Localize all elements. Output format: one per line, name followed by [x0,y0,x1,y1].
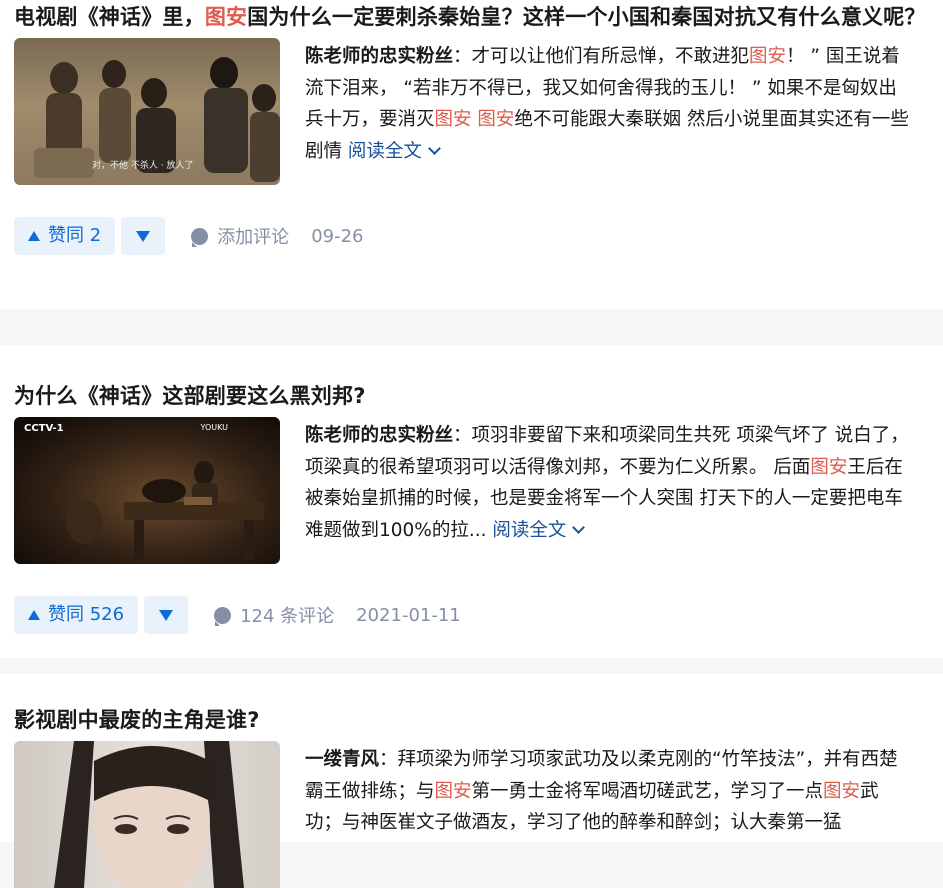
comment-bubble-icon [191,227,209,247]
question-title[interactable]: 电视剧《神话》里，图安国为什么一定要刺杀秦始皇？这样一个小国和秦国对抗又有什么意… [14,0,929,34]
chevron-down-icon [572,520,586,534]
author-name[interactable]: 一缕青风 [305,749,379,770]
triangle-down-icon [159,609,174,621]
author-name[interactable]: 陈老师的忠实粉丝 [305,46,453,67]
read-more-label: 阅读全文 [492,519,567,541]
answer-card: 影视剧中最废的主角是谁? 一缕青风：拜项梁为师学习项家武功及以柔克刚的“竹竿技法… [0,674,943,888]
triangle-down-icon [136,230,151,242]
triangle-up-icon [28,610,40,620]
triangle-up-icon [28,231,40,241]
highlighted-keyword: 图安 [204,5,248,29]
read-more-label: 阅读全文 [347,140,422,162]
highlighted-keyword: 图安 [823,780,861,802]
text-segment: 为什么《神话》这部剧要这么黑刘邦? [14,384,366,408]
highlighted-keyword: 图安 [434,109,472,130]
answer-excerpt: 一缕青风：拜项梁为师学习项家武功及以柔克刚的“竹竿技法”，并有西楚霸王做排练；与… [305,744,915,839]
action-bar: 赞同 2 添加评论 09-26 [14,217,929,255]
text-segment: 影视剧中最废的主角是谁? [14,708,260,732]
action-bar: 赞同 526 124 条评论 2021-01-11 [14,596,929,634]
downvote-button[interactable] [121,217,166,255]
comment-button[interactable]: 124 条评论 [214,602,334,628]
text-segment: 第一勇士金将军喝酒切磋武艺，学习了一点 [471,780,824,802]
highlighted-keyword: 图安 [810,456,848,478]
upvote-label: 赞同 526 [48,604,125,625]
answer-date: 09-26 [311,225,364,247]
comment-button[interactable]: 添加评论 [191,223,289,249]
thumbnail-caption: 对，不他 不杀人 · 放人了 [92,161,194,171]
answer-date: 2021-01-11 [356,604,461,626]
text-segment: 电视剧《神话》里， [14,5,205,29]
upvote-label: 赞同 2 [48,225,102,246]
answer-thumbnail[interactable] [14,741,280,888]
comment-bubble-icon [214,606,232,626]
read-more-link[interactable]: 阅读全文 [492,519,586,541]
highlighted-keyword: 图安 [749,46,787,67]
highlighted-keyword: 图安 [434,780,472,802]
platform-logo: YOUKU [200,423,229,432]
question-title[interactable]: 为什么《神话》这部剧要这么黑刘邦? [14,345,929,413]
chevron-down-icon [428,141,441,155]
highlighted-keyword: 图安 [477,109,515,130]
answer-thumbnail[interactable]: 对，不他 不杀人 · 放人了 [14,38,280,185]
text-segment: 国为什么一定要刺杀秦始皇？这样一个小国和秦国对抗又有什么意义呢？ [247,5,926,29]
upvote-button[interactable]: 赞同 526 [14,596,139,634]
channel-logo: CCTV-1 [24,423,64,434]
upvote-button[interactable]: 赞同 2 [14,217,116,255]
read-more-link[interactable]: 阅读全文 [347,140,441,162]
answer-card: 为什么《神话》这部剧要这么黑刘邦? CCTV-1 YOUKU 陈老师的忠实粉丝：… [0,345,943,658]
text-segment: ：才可以让他们有所忌惮，不敢进犯 [453,46,750,67]
answer-card: 电视剧《神话》里，图安国为什么一定要刺杀秦始皇？这样一个小国和秦国对抗又有什么意… [0,0,943,309]
author-name[interactable]: 陈老师的忠实粉丝 [305,425,453,446]
comment-label: 124 条评论 [240,606,335,627]
downvote-button[interactable] [144,596,189,634]
answer-excerpt: 陈老师的忠实粉丝：项羽非要留下来和项梁同生共死 项梁气坏了 说白了，项梁真的很希… [305,420,915,546]
question-title[interactable]: 影视剧中最废的主角是谁? [14,674,929,737]
answer-thumbnail[interactable]: CCTV-1 YOUKU [14,417,280,564]
comment-label: 添加评论 [217,227,290,248]
answer-excerpt: 陈老师的忠实粉丝：才可以让他们有所忌惮，不敢进犯图安！ ” 国王说着流下泪来， … [305,41,915,167]
